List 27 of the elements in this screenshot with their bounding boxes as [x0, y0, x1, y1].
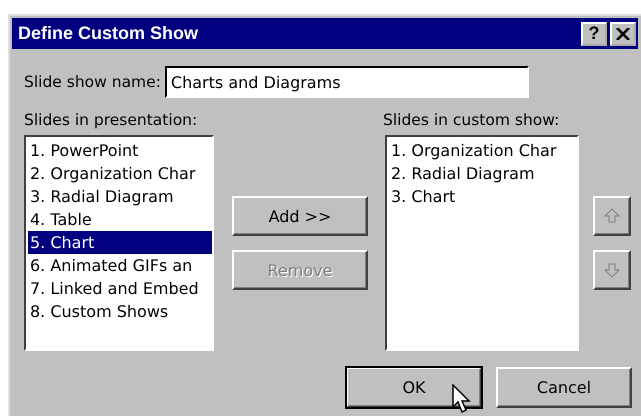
close-icon	[616, 28, 630, 40]
list-item[interactable]: 1. PowerPoint	[28, 139, 212, 162]
add-button[interactable]: Add >>	[232, 196, 368, 236]
mouse-pointer-icon	[452, 384, 472, 414]
list-item[interactable]: 8. Custom Shows	[28, 300, 212, 323]
list-item[interactable]: 3. Radial Diagram	[28, 185, 212, 208]
custom-show-list[interactable]: 1. Organization Char 2. Radial Diagram 3. Chart	[385, 135, 579, 351]
window-title: Define Custom Show	[18, 23, 198, 44]
list-item[interactable]: 2. Radial Diagram	[389, 162, 577, 185]
list-item[interactable]: 6. Animated GIFs an	[28, 254, 212, 277]
close-button[interactable]	[610, 22, 636, 46]
list-label: Slides in custom show:	[383, 111, 560, 129]
slide-list[interactable]: 1. PowerPoint 2. Organization Char 3. Radial Diagram 4. Table 5. Chart 6. Animated GIFs an 7. Linked and Embed 8. Custom Shows	[24, 135, 214, 351]
down-arrow-icon	[604, 262, 620, 278]
field-label: Slide show name:	[24, 73, 161, 91]
list-item[interactable]: 3. Chart	[389, 185, 577, 208]
list-item[interactable]: 1. Organization Char	[389, 139, 577, 162]
name-field[interactable]: Charts and Diagrams	[164, 66, 529, 98]
help-button[interactable]: ?	[581, 22, 607, 46]
list-item[interactable]: 2. Organization Char	[28, 162, 212, 185]
list-item[interactable]: 7. Linked and Embed	[28, 277, 212, 300]
ok-button[interactable]: OK	[346, 367, 482, 408]
list-label: Slides in presentation:	[24, 111, 198, 129]
list-item[interactable]: 5. Chart	[28, 231, 212, 254]
list-item[interactable]: 4. Table	[28, 208, 212, 231]
up-arrow-icon	[604, 208, 620, 224]
cancel-button[interactable]: Cancel	[496, 367, 632, 408]
